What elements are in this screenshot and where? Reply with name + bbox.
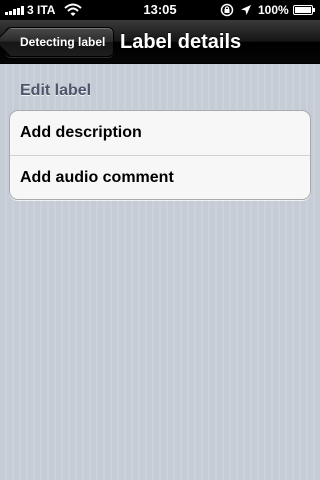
back-button-label: Detecting label [20, 35, 106, 49]
edit-label-group: Add description Add audio comment [9, 110, 311, 200]
rotation-lock-icon [220, 3, 234, 17]
page-title: Label details [120, 31, 242, 53]
status-bar: 3 ITA 13:05 100% [0, 0, 320, 20]
location-arrow-icon [241, 5, 251, 15]
screen: 3 ITA 13:05 100% Detecting label Label d… [0, 0, 320, 480]
section-header: Edit label [20, 82, 92, 99]
add-description-cell[interactable]: Add description [10, 111, 310, 155]
battery-percent: 100% [258, 3, 289, 17]
back-button[interactable]: Detecting label [5, 27, 115, 57]
navigation-bar: Detecting label Label details [0, 20, 320, 64]
add-audio-comment-cell[interactable]: Add audio comment [10, 155, 310, 199]
battery-icon [293, 5, 315, 15]
